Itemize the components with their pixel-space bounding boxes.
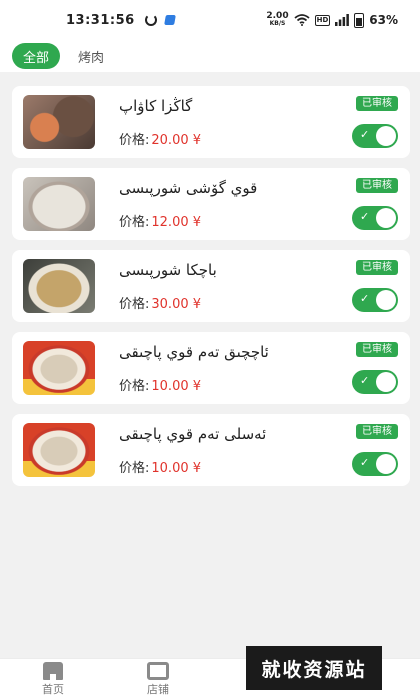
net-speed: 2.00 KB/S — [266, 12, 288, 28]
review-status-badge: 已审核 — [356, 96, 398, 111]
store-icon — [147, 662, 169, 680]
product-image — [23, 177, 95, 231]
toggle-knob — [376, 372, 396, 392]
product-card[interactable]: باچكا شورپىسى 价格: 30.00 ¥ 已审核 ✓ — [12, 250, 410, 322]
check-icon: ✓ — [360, 456, 370, 469]
price-amount: 20.00 ¥ — [151, 133, 202, 148]
notification-icons — [144, 14, 176, 26]
hd-icon: HD — [314, 14, 331, 26]
product-price: 价格: 10.00 ¥ — [119, 375, 201, 394]
price-label: 价格: — [119, 133, 150, 148]
product-image — [23, 423, 95, 477]
product-card[interactable]: ئەسلى تەم قوي پاچىقى 价格: 10.00 ¥ 已审核 ✓ — [12, 414, 410, 486]
wifi-icon — [294, 14, 310, 26]
status-bar: 13:31:56 2.00 KB/S HD 63% — [0, 0, 420, 40]
price-amount: 12.00 ¥ — [151, 215, 202, 230]
signal-icon — [335, 14, 350, 26]
product-card[interactable]: قوي گۆشى شورپىسى 价格: 12.00 ¥ 已审核 ✓ — [12, 168, 410, 240]
nav-shop[interactable]: 店铺 — [128, 662, 188, 697]
toggle-knob — [376, 290, 396, 310]
listing-toggle[interactable]: ✓ — [352, 288, 398, 312]
toggle-knob — [376, 454, 396, 474]
review-status-badge: 已审核 — [356, 178, 398, 193]
price-label: 价格: — [119, 461, 150, 476]
product-image — [23, 95, 95, 149]
app-notification-icon — [163, 15, 176, 25]
product-list: گاڭزا كاۋاپ 价格: 20.00 ¥ 已审核 ✓ قوي گۆشى شو… — [12, 86, 410, 496]
tab-bbq[interactable]: 烤肉 — [78, 43, 104, 69]
check-icon: ✓ — [360, 128, 370, 141]
product-card[interactable]: گاڭزا كاۋاپ 价格: 20.00 ¥ 已审核 ✓ — [12, 86, 410, 158]
product-card[interactable]: ئاچچىق تەم قوي پاچىقى 价格: 10.00 ¥ 已审核 ✓ — [12, 332, 410, 404]
category-tabs: 全部 烤肉 — [0, 40, 420, 72]
product-image — [23, 259, 95, 313]
product-title: باچكا شورپىسى — [119, 261, 217, 279]
listing-toggle[interactable]: ✓ — [352, 452, 398, 476]
status-right: 2.00 KB/S HD 63% — [266, 12, 398, 28]
nav-shop-label: 店铺 — [147, 683, 169, 696]
product-price: 价格: 12.00 ¥ — [119, 211, 201, 230]
price-label: 价格: — [119, 215, 150, 230]
battery-icon — [354, 12, 365, 28]
product-price: 价格: 30.00 ¥ — [119, 293, 201, 312]
tab-all[interactable]: 全部 — [12, 43, 61, 69]
price-label: 价格: — [119, 297, 150, 312]
battery-level: 63% — [369, 13, 398, 27]
product-price: 价格: 10.00 ¥ — [119, 457, 201, 476]
nav-home-label: 首页 — [42, 683, 64, 696]
price-amount: 30.00 ¥ — [151, 297, 202, 312]
listing-toggle[interactable]: ✓ — [352, 370, 398, 394]
listing-toggle[interactable]: ✓ — [352, 124, 398, 148]
home-icon — [43, 662, 63, 680]
watermark-overlay: 就收资源站 — [246, 646, 382, 690]
check-icon: ✓ — [360, 374, 370, 387]
app-notification-icon — [144, 14, 157, 26]
product-title: ئەسلى تەم قوي پاچىقى — [119, 425, 267, 443]
product-image — [23, 341, 95, 395]
review-status-badge: 已审核 — [356, 260, 398, 275]
product-title: قوي گۆشى شورپىسى — [119, 179, 258, 197]
review-status-badge: 已审核 — [356, 424, 398, 439]
price-label: 价格: — [119, 379, 150, 394]
status-time: 13:31:56 — [66, 12, 135, 28]
product-price: 价格: 20.00 ¥ — [119, 129, 201, 148]
price-amount: 10.00 ¥ — [151, 461, 202, 476]
check-icon: ✓ — [360, 292, 370, 305]
product-title: ئاچچىق تەم قوي پاچىقى — [119, 343, 269, 361]
toggle-knob — [376, 126, 396, 146]
product-title: گاڭزا كاۋاپ — [119, 97, 193, 115]
toggle-knob — [376, 208, 396, 228]
nav-home[interactable]: 首页 — [23, 662, 83, 697]
check-icon: ✓ — [360, 210, 370, 223]
review-status-badge: 已审核 — [356, 342, 398, 357]
listing-toggle[interactable]: ✓ — [352, 206, 398, 230]
price-amount: 10.00 ¥ — [151, 379, 202, 394]
net-speed-unit: KB/S — [269, 20, 286, 27]
net-speed-value: 2.00 — [266, 11, 289, 21]
